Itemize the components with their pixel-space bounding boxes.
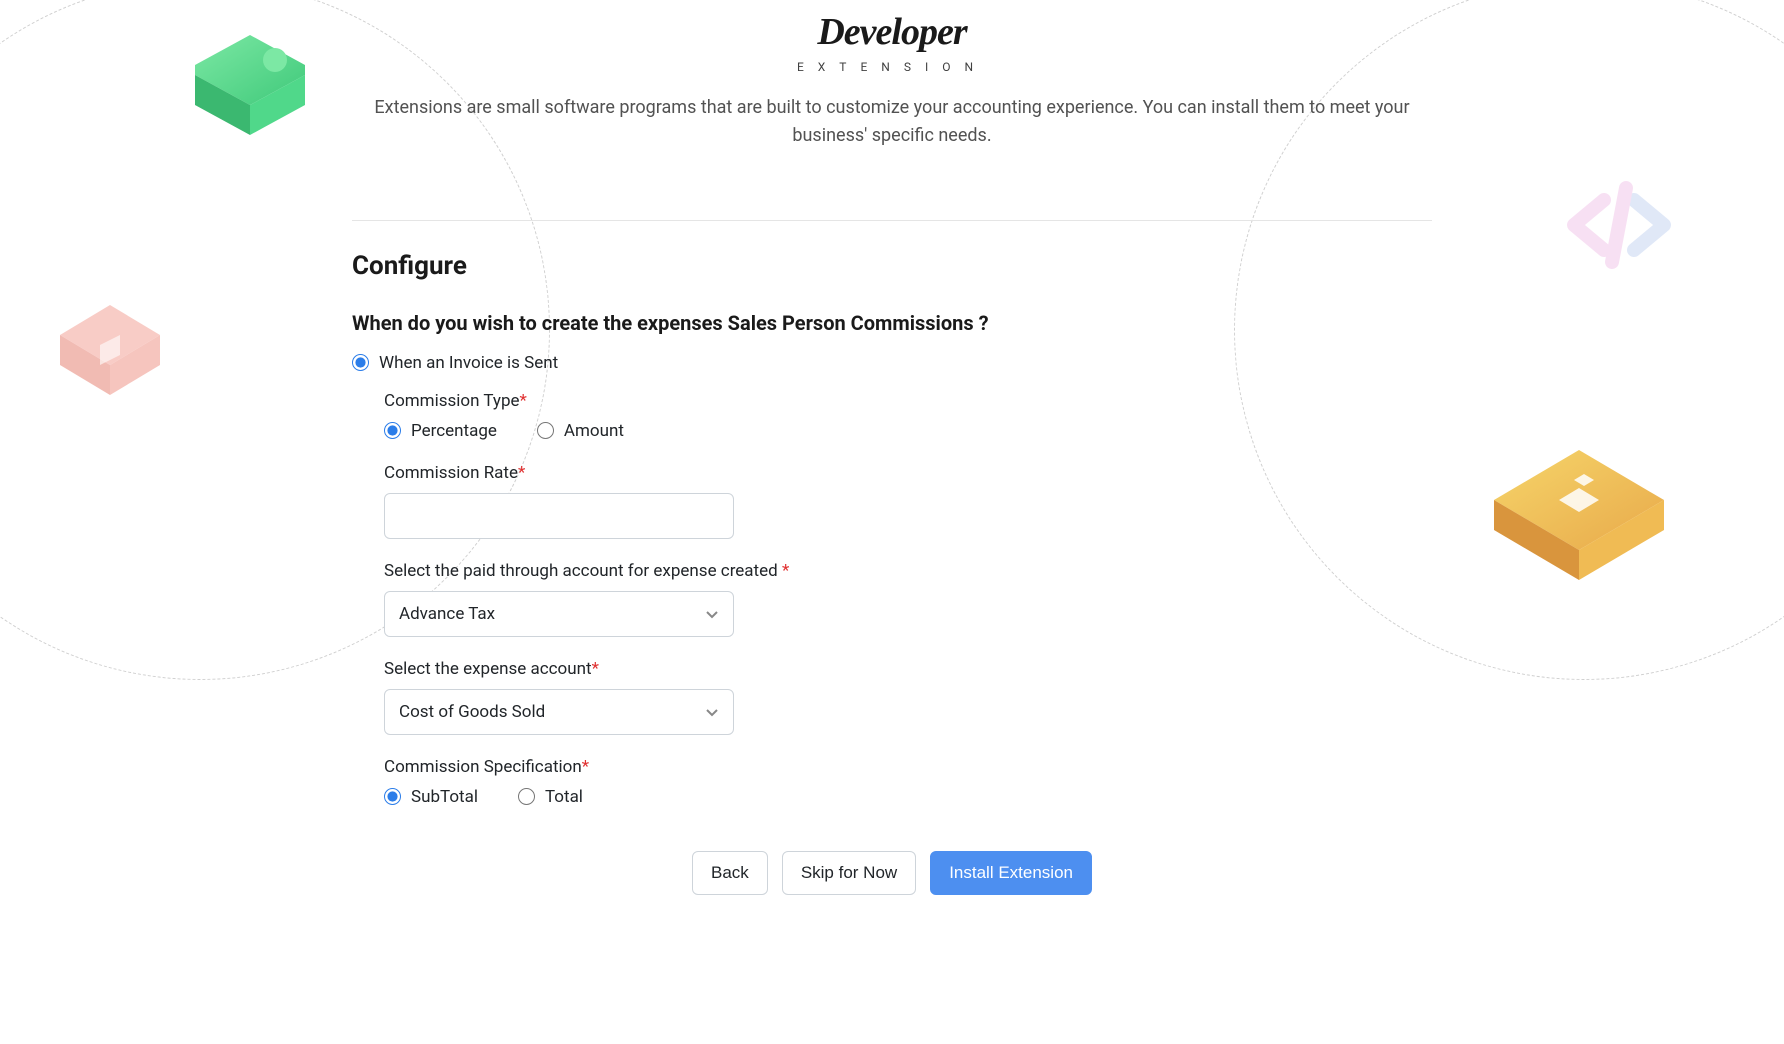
install-extension-button[interactable]: Install Extension <box>930 851 1092 895</box>
configure-title: Configure <box>352 251 1432 281</box>
paid-through-label-text: Select the paid through account for expe… <box>384 561 782 581</box>
expense-account-select[interactable]: Cost of Goods Sold <box>384 689 734 735</box>
trigger-option-row: When an Invoice is Sent <box>352 353 1432 373</box>
radio-invoice-sent[interactable] <box>352 354 369 371</box>
puzzle-red-icon <box>50 290 170 410</box>
required-asterisk: * <box>518 463 525 483</box>
radio-amount[interactable] <box>537 422 554 439</box>
commission-spec-label: Commission Specification* <box>384 757 1432 777</box>
commission-rate-field: Commission Rate* <box>384 463 1432 539</box>
expense-account-value: Cost of Goods Sold <box>399 702 545 722</box>
back-button[interactable]: Back <box>692 851 768 895</box>
expense-account-label-text: Select the expense account <box>384 659 592 679</box>
header: Developer EXTENSION Extensions are small… <box>352 10 1432 180</box>
radio-invoice-sent-label: When an Invoice is Sent <box>379 353 558 373</box>
commission-type-label: Commission Type* <box>384 391 1432 411</box>
required-asterisk: * <box>592 659 599 679</box>
paid-through-label: Select the paid through account for expe… <box>384 561 1432 581</box>
commission-rate-input[interactable] <box>384 493 734 539</box>
radio-subtotal[interactable] <box>384 788 401 805</box>
logo-title: Developer <box>352 10 1432 54</box>
chevron-down-icon <box>705 607 719 621</box>
paid-through-select[interactable]: Advance Tax <box>384 591 734 637</box>
commission-spec-label-text: Commission Specification <box>384 757 582 777</box>
puzzle-green-icon <box>175 25 325 145</box>
radio-amount-label: Amount <box>564 421 624 441</box>
extension-install-panel: Developer EXTENSION Extensions are small… <box>352 0 1432 925</box>
divider <box>352 220 1432 221</box>
commission-spec-field: Commission Specification* SubTotal Total <box>384 757 1432 807</box>
footer-buttons: Back Skip for Now Install Extension <box>352 851 1432 925</box>
commission-type-label-text: Commission Type <box>384 391 520 411</box>
paid-through-field: Select the paid through account for expe… <box>384 561 1432 637</box>
paid-through-value: Advance Tax <box>399 604 495 624</box>
commission-rate-label: Commission Rate* <box>384 463 1432 483</box>
trigger-question: When do you wish to create the expenses … <box>352 311 1432 335</box>
radio-total-label: Total <box>545 787 583 807</box>
commission-rate-label-text: Commission Rate <box>384 463 518 483</box>
puzzle-yellow-icon <box>1474 430 1684 600</box>
extension-description: Extensions are small software programs t… <box>352 94 1432 150</box>
commission-type-field: Commission Type* Percentage Amount <box>384 391 1432 441</box>
required-asterisk: * <box>520 391 527 411</box>
logo-subtitle: EXTENSION <box>352 60 1432 74</box>
radio-percentage-label: Percentage <box>411 421 497 441</box>
chevron-down-icon <box>705 705 719 719</box>
expense-account-field: Select the expense account* Cost of Good… <box>384 659 1432 735</box>
radio-subtotal-label: SubTotal <box>411 787 478 807</box>
expense-account-label: Select the expense account* <box>384 659 1432 679</box>
skip-button[interactable]: Skip for Now <box>782 851 916 895</box>
required-asterisk: * <box>782 561 789 581</box>
code-icon <box>1554 170 1684 280</box>
radio-percentage[interactable] <box>384 422 401 439</box>
required-asterisk: * <box>582 757 589 777</box>
radio-total[interactable] <box>518 788 535 805</box>
